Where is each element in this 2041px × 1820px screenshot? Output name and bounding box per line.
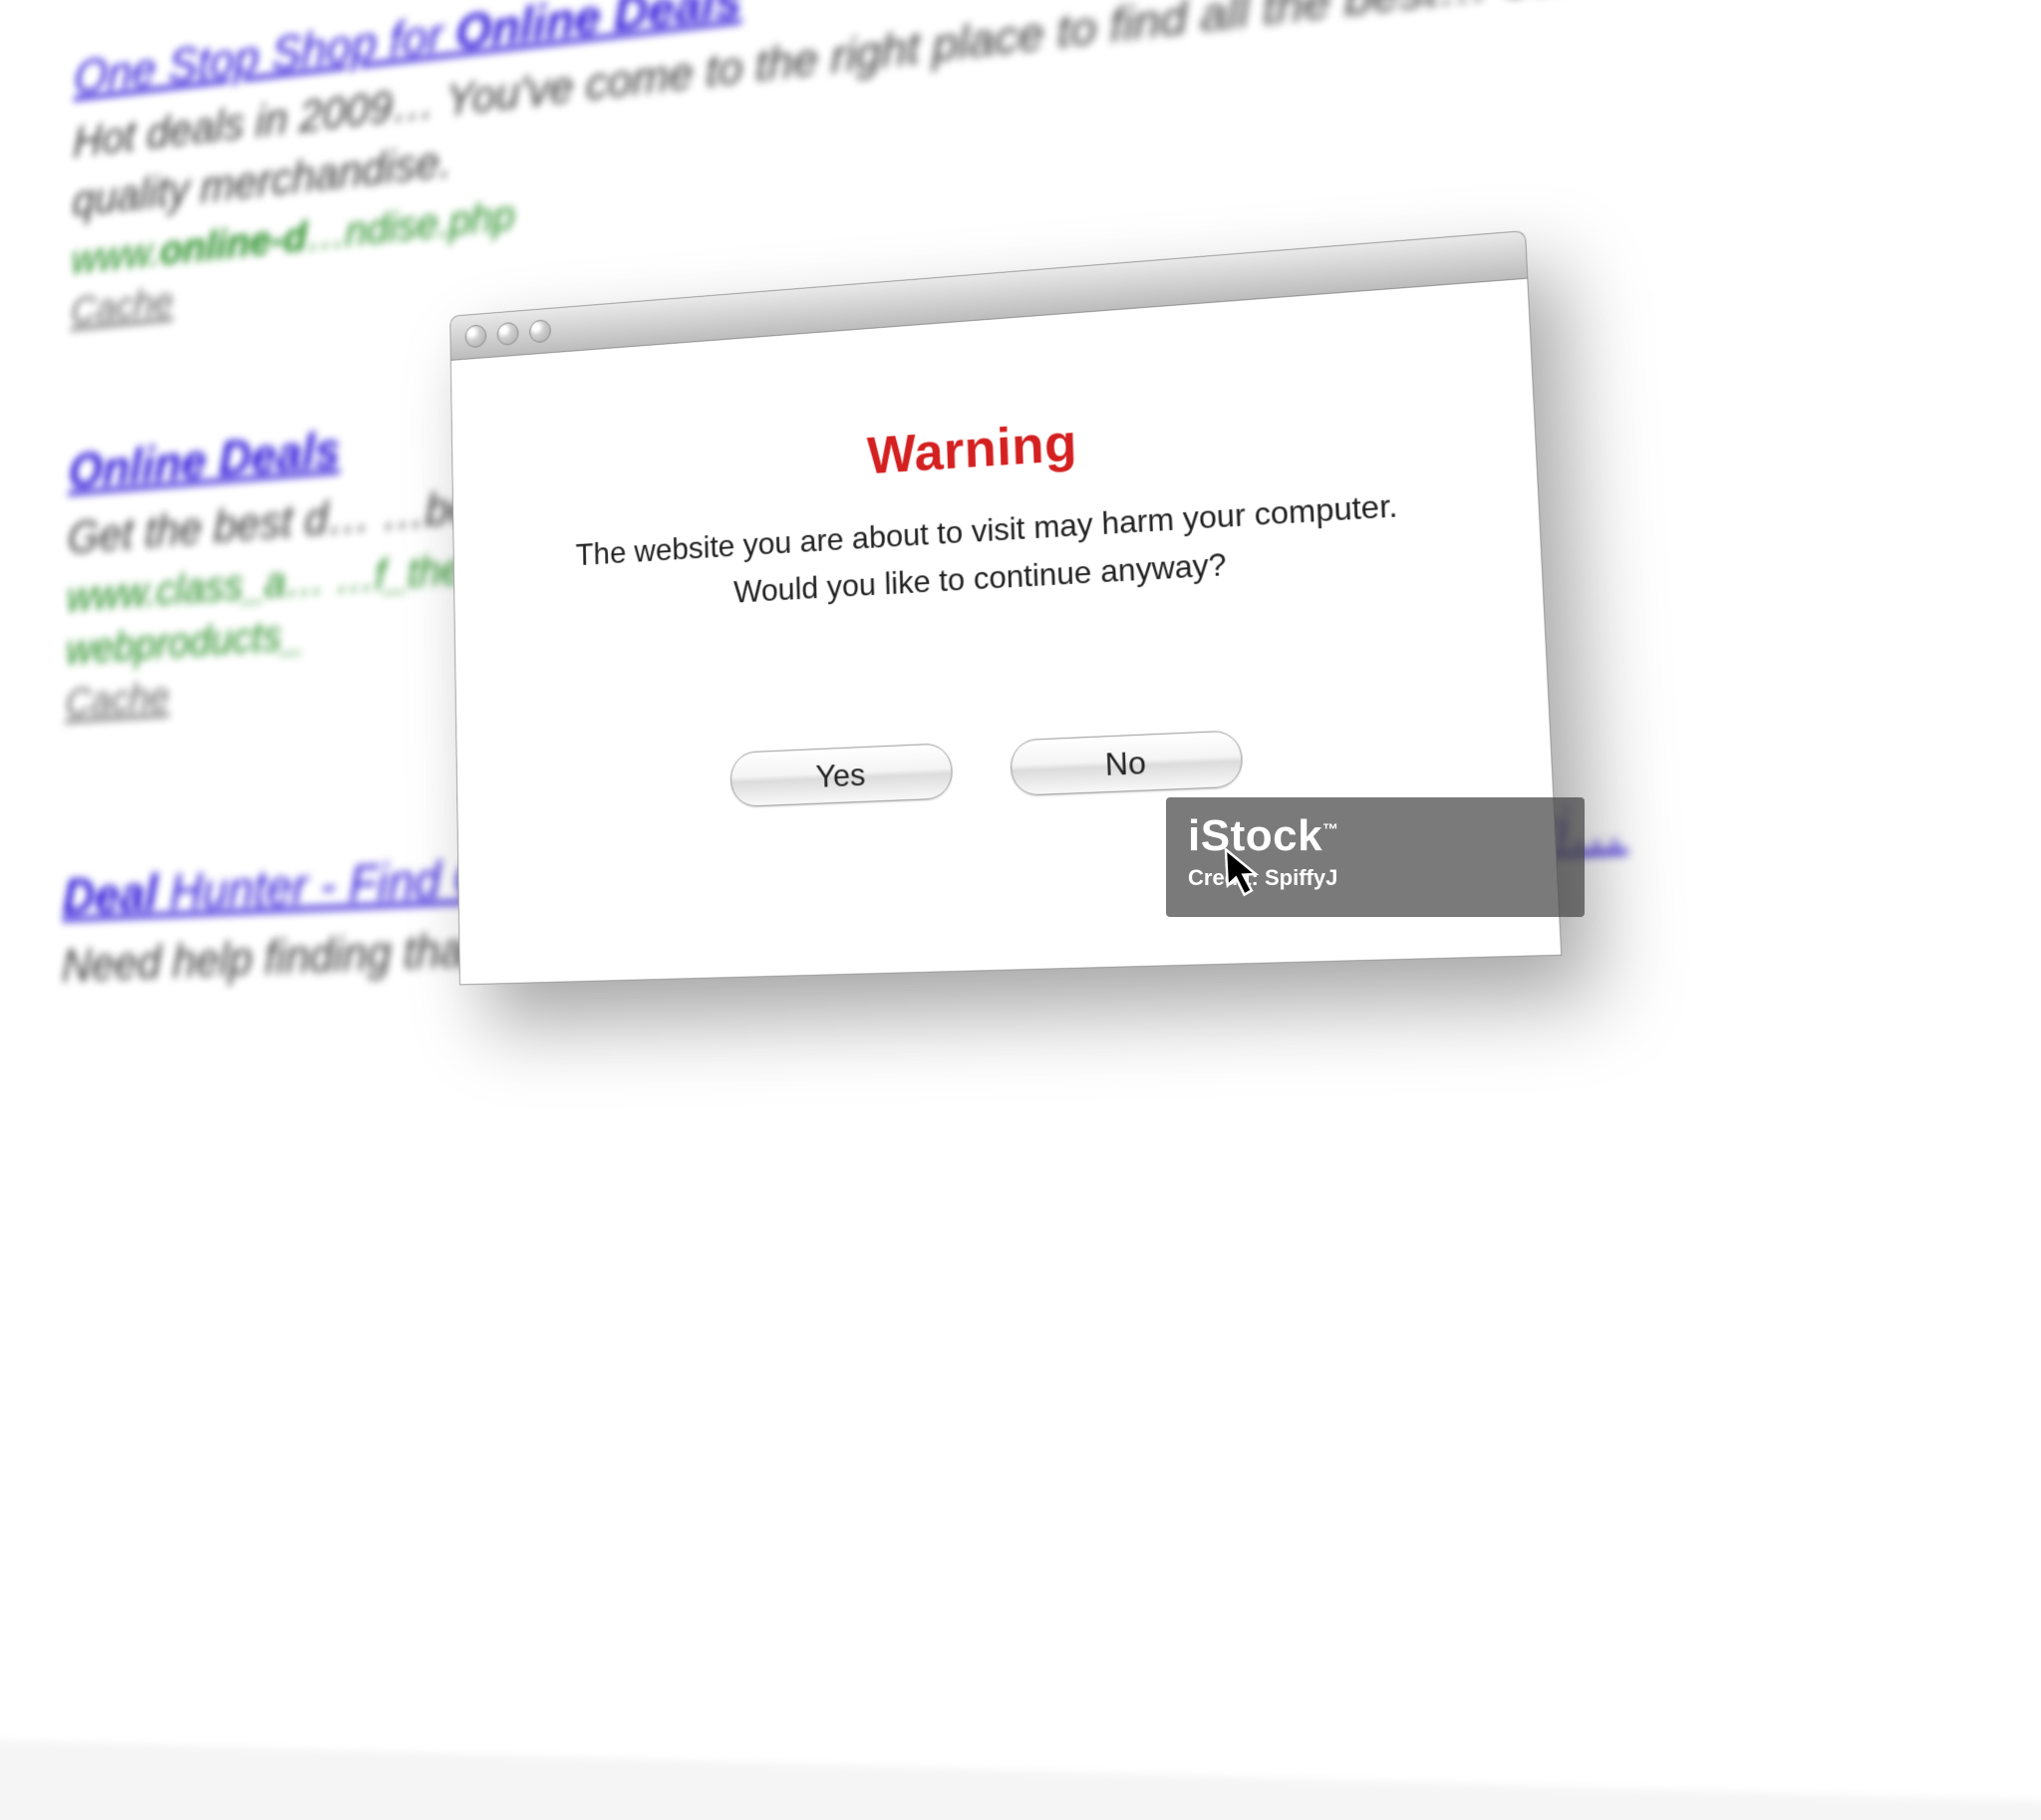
yes-button[interactable]: Yes xyxy=(729,743,953,807)
no-button[interactable]: No xyxy=(1010,730,1243,796)
dialog-layer: Warning The website you are about to vis… xyxy=(0,0,2041,1399)
window-min-icon[interactable] xyxy=(497,322,519,346)
watermark-brand: iStock™ xyxy=(1188,811,1563,861)
window-zoom-icon[interactable] xyxy=(529,319,551,343)
watermark-credit: Credit: SpiffyJ xyxy=(1188,865,1563,891)
window-close-icon[interactable] xyxy=(465,324,487,348)
istock-watermark: iStock™ Credit: SpiffyJ xyxy=(1166,797,1585,917)
